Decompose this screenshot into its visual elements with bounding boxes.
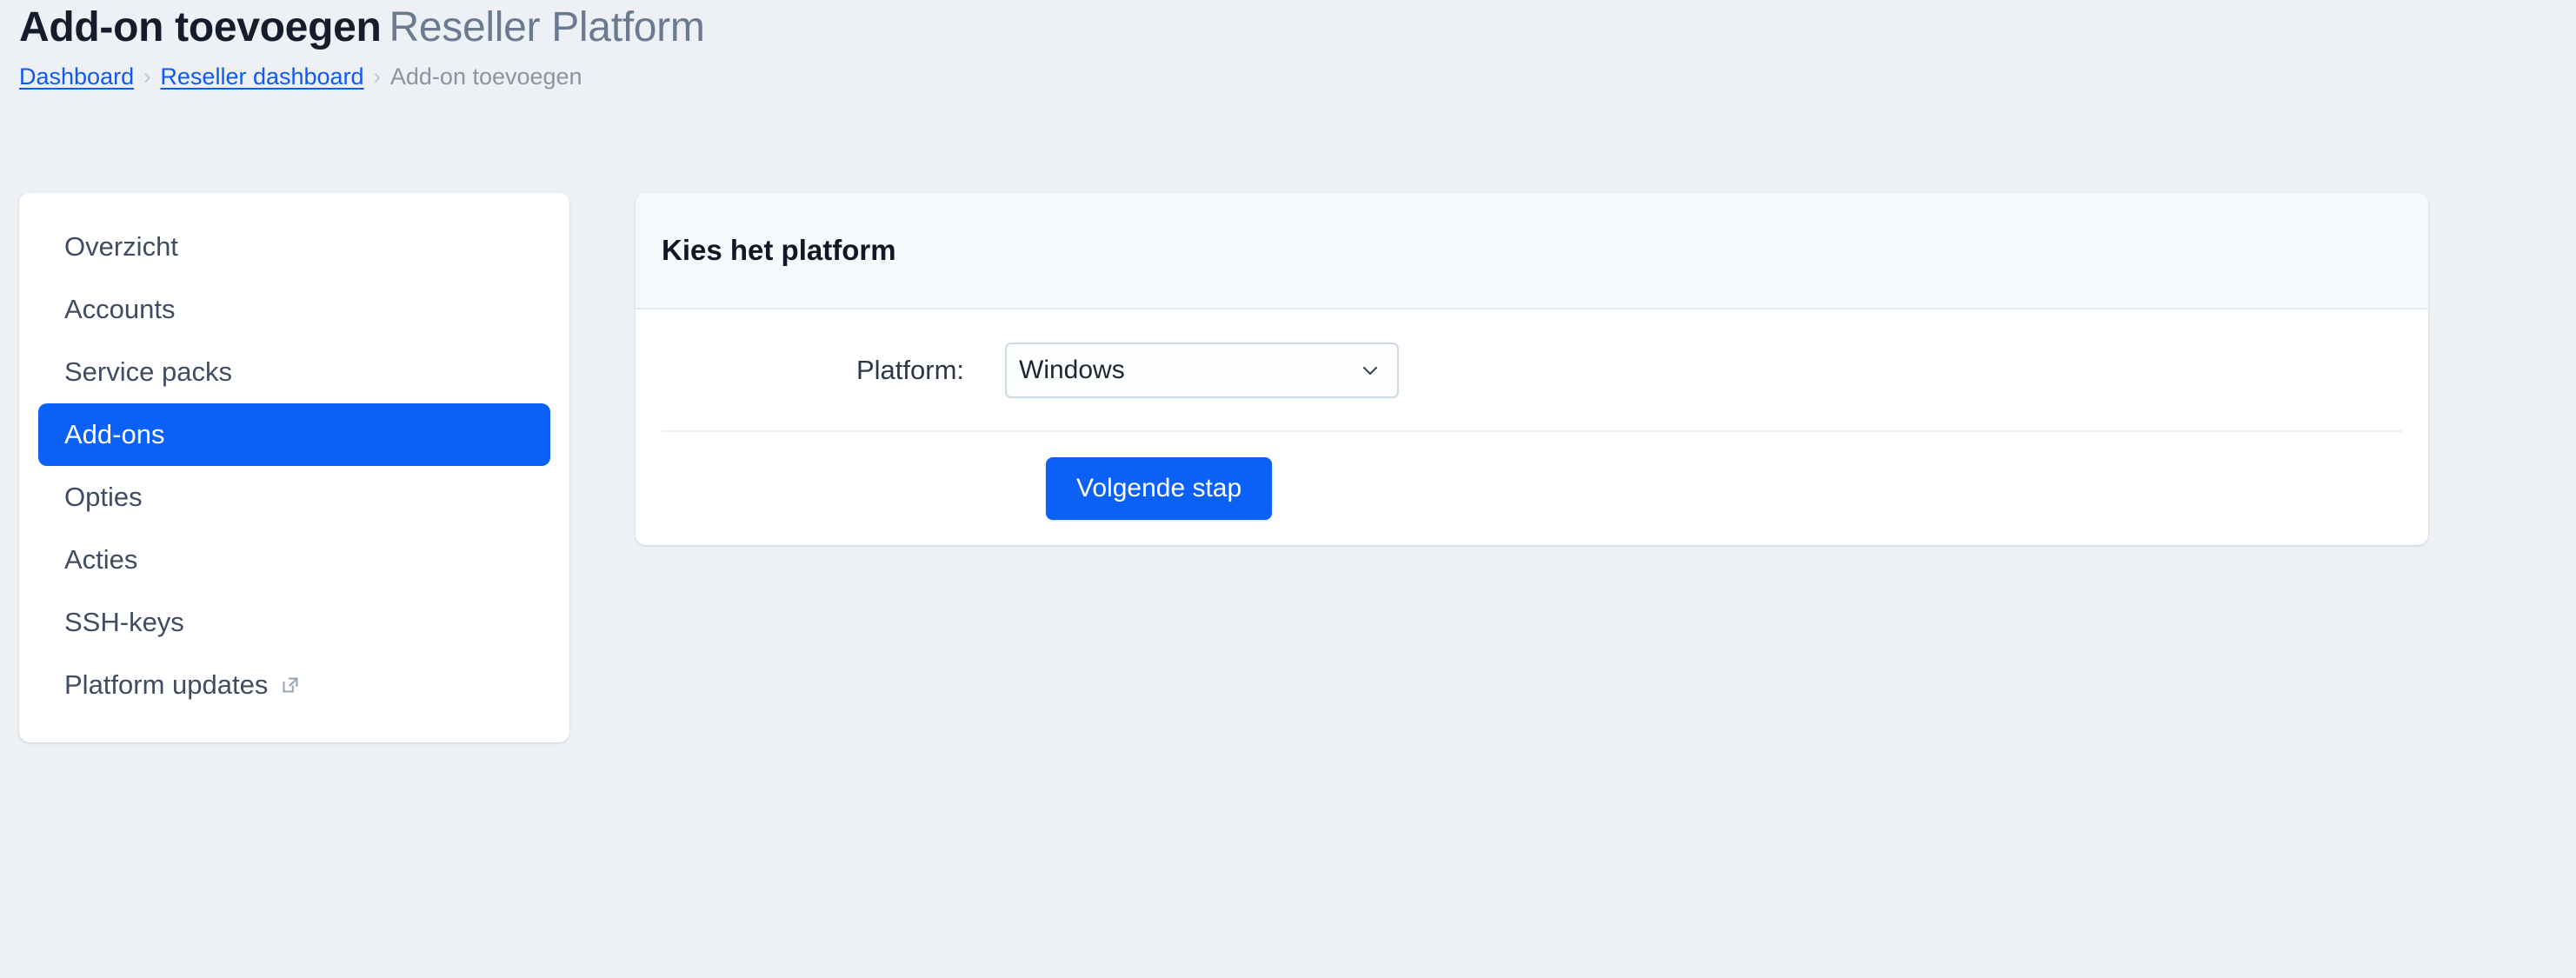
platform-label: Platform:	[855, 354, 964, 385]
sidebar-item-label: Platform updates	[64, 669, 269, 700]
sidebar-item-opties[interactable]: Opties	[38, 466, 550, 529]
page-title: Add-on toevoegen Reseller Platform	[19, 0, 2540, 56]
page-root: Add-on toevoegen Reseller Platform Dashbo…	[0, 0, 2576, 978]
sidebar-item-add-ons[interactable]: Add-ons	[38, 403, 550, 466]
sidebar-item-service-packs[interactable]: Service packs	[38, 341, 550, 403]
chevron-right-icon: ›	[143, 64, 151, 89]
volgende-stap-button[interactable]: Volgende stap	[1046, 457, 1273, 520]
sidebar-item-platform-updates[interactable]: Platform updates	[38, 654, 550, 716]
breadcrumb-item-dashboard[interactable]: Dashboard	[19, 61, 134, 92]
breadcrumb-item-reseller-dashboard[interactable]: Reseller dashboard	[160, 61, 363, 92]
sidebar-item-label: Overzicht	[64, 231, 178, 262]
sidebar-item-label: Acties	[64, 544, 138, 575]
card-header: Kies het platform	[636, 193, 2428, 309]
sidebar-item-overzicht[interactable]: Overzicht	[38, 216, 550, 278]
platform-selection-card: Kies het platform Platform: Windows Volg…	[636, 193, 2428, 545]
page-title-main: Add-on toevoegen	[19, 4, 382, 50]
platform-select-value: Windows	[1019, 355, 1125, 384]
breadcrumb-item-current: Add-on toevoegen	[389, 63, 582, 90]
sidebar-item-accounts[interactable]: Accounts	[38, 278, 550, 341]
sidebar-item-label: Accounts	[64, 294, 176, 324]
external-link-icon	[280, 675, 301, 695]
sidebar-item-label: Opties	[64, 482, 143, 512]
card-title: Kies het platform	[662, 234, 896, 266]
platform-form-row: Platform: Windows	[662, 309, 2402, 430]
page-header: Add-on toevoegen Reseller Platform Dashbo…	[19, 0, 2540, 92]
sidebar-nav-card: Overzicht Accounts Service packs Add-ons…	[19, 193, 569, 742]
form-actions: Volgende stap	[662, 432, 2402, 545]
card-body: Platform: Windows Volgende stap	[636, 309, 2428, 545]
platform-select[interactable]: Windows	[1005, 342, 1399, 398]
chevron-right-icon: ›	[373, 64, 381, 89]
breadcrumb: Dashboard › Reseller dashboard › Add-on …	[19, 61, 2540, 92]
chevron-down-icon	[1359, 359, 1381, 382]
sidebar-item-label: Add-ons	[64, 419, 165, 449]
sidebar-item-acties[interactable]: Acties	[38, 529, 550, 591]
sidebar-item-ssh-keys[interactable]: SSH-keys	[38, 591, 550, 654]
sidebar-item-label: SSH-keys	[64, 607, 184, 637]
page-title-subtitle: Reseller Platform	[389, 4, 705, 50]
sidebar-item-label: Service packs	[64, 356, 232, 387]
platform-select-wrapper: Windows	[1005, 342, 1399, 398]
